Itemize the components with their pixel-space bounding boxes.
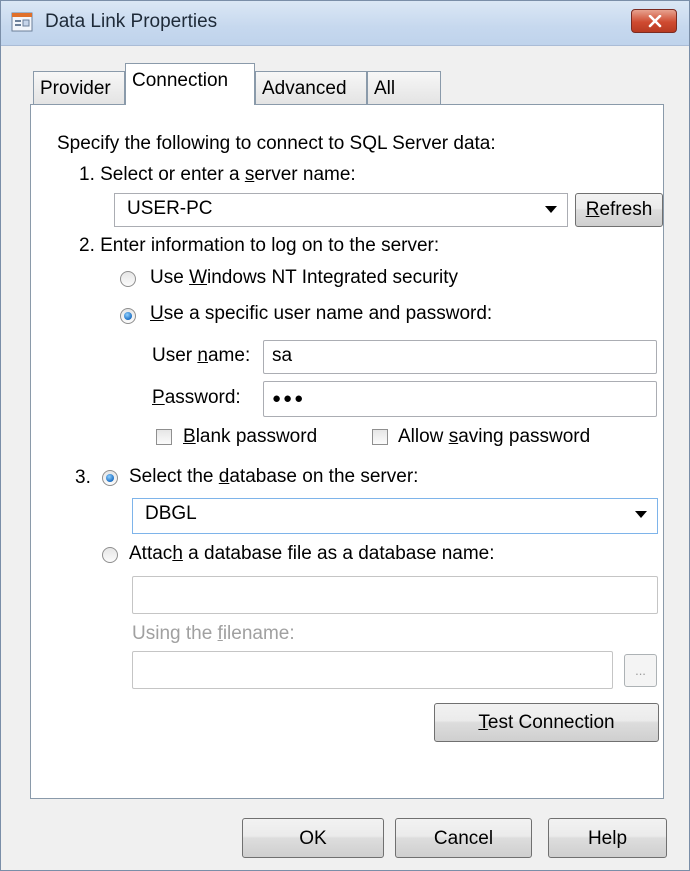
attach-database-label: Attach a database file as a database nam… — [129, 543, 495, 564]
test-connection-button[interactable]: Test Connection — [434, 703, 659, 742]
windows-nt-security-label: Use Windows NT Integrated security — [150, 267, 459, 288]
specific-user-radio[interactable] — [120, 308, 136, 324]
allow-saving-password-label: Allow saving password — [398, 426, 591, 447]
window-title: Data Link Properties — [45, 11, 218, 32]
allow-saving-password-checkbox[interactable] — [372, 429, 388, 445]
help-button[interactable]: Help — [548, 818, 667, 858]
refresh-button[interactable]: Refresh — [575, 193, 663, 227]
attach-database-name-input[interactable] — [132, 576, 658, 614]
database-combobox[interactable]: DBGL — [132, 498, 658, 534]
browse-button[interactable]: ... — [624, 654, 657, 687]
using-filename-label: Using the filename: — [132, 623, 295, 644]
select-database-label: Select the database on the server: — [129, 466, 419, 487]
intro-text: Specify the following to connect to SQL … — [57, 133, 496, 154]
tab-label: Advanced — [262, 78, 347, 99]
user-name-label: User name: — [152, 345, 251, 366]
tab-label: All — [374, 78, 396, 99]
password-input[interactable]: ●●● — [263, 381, 657, 417]
tab-connection[interactable]: Connection — [125, 63, 255, 105]
tab-label: Provider — [40, 78, 111, 99]
close-button[interactable] — [631, 9, 677, 33]
password-label: Password: — [152, 387, 241, 408]
server-name-value: USER-PC — [127, 198, 213, 219]
server-name-combobox[interactable]: USER-PC — [114, 193, 568, 227]
tab-advanced[interactable]: Advanced — [255, 71, 367, 105]
chevron-down-icon — [545, 206, 557, 213]
tab-all[interactable]: All — [367, 71, 441, 105]
close-icon — [648, 15, 662, 28]
ok-button[interactable]: OK — [242, 818, 384, 858]
data-link-icon — [11, 12, 33, 32]
title-bar: Data Link Properties — [1, 1, 689, 46]
step2-label: 2. Enter information to log on to the se… — [79, 235, 440, 256]
cancel-button[interactable]: Cancel — [395, 818, 532, 858]
step3-number: 3. — [75, 467, 91, 488]
tab-provider[interactable]: Provider — [33, 71, 125, 105]
chevron-down-icon — [635, 511, 647, 518]
step1-label: 1. Select or enter a server name: — [79, 164, 356, 185]
attach-database-radio[interactable] — [102, 547, 118, 563]
data-link-properties-dialog: Data Link Properties Provider Connection… — [0, 0, 690, 871]
specific-user-label: Use a specific user name and password: — [150, 303, 493, 324]
user-name-input[interactable]: sa — [263, 340, 657, 374]
database-value: DBGL — [145, 503, 197, 524]
tab-label: Connection — [132, 70, 229, 91]
blank-password-label: Blank password — [183, 426, 318, 447]
select-database-radio[interactable] — [102, 470, 118, 486]
filename-input[interactable] — [132, 651, 613, 689]
blank-password-checkbox[interactable] — [156, 429, 172, 445]
windows-nt-security-radio[interactable] — [120, 271, 136, 287]
